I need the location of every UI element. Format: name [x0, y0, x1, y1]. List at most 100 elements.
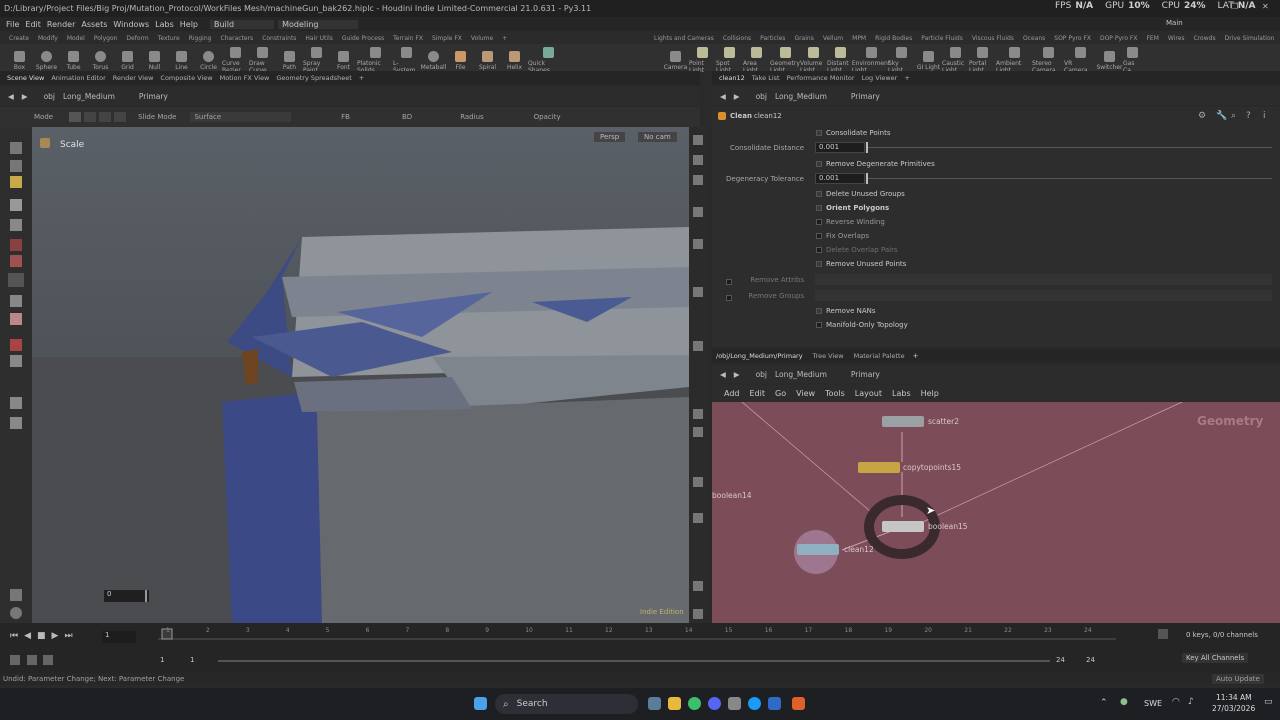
shelf-tool-spot-light[interactable]: Spot Light [716, 47, 743, 74]
layout-name[interactable]: Main [1166, 19, 1183, 27]
path-geo[interactable]: Long_Medium [63, 92, 115, 101]
network-menu-add[interactable]: Add [724, 389, 740, 398]
snap-icon[interactable] [10, 239, 22, 251]
surface-select[interactable]: Surface [190, 112, 292, 122]
stop-icon[interactable]: ■ [37, 631, 46, 641]
shelf-tab[interactable]: MPM [852, 35, 866, 42]
shelf-tool-box[interactable]: Box [6, 50, 33, 71]
select-tool-icon[interactable] [10, 142, 22, 154]
shelf-tab[interactable]: Constraints [262, 35, 296, 42]
pose-tool-icon[interactable] [10, 295, 22, 307]
path-sub[interactable]: Primary [851, 92, 880, 101]
windows-start-icon[interactable] [474, 697, 487, 710]
chevron-up-icon[interactable]: ⌃ [1100, 698, 1108, 708]
shelf-tool-vr-camera[interactable]: VR Camera [1064, 47, 1096, 74]
shelf-tool-gas-camera[interactable]: Gas Ca [1123, 47, 1141, 74]
language-indicator[interactable]: SWE [1144, 699, 1162, 708]
tab-motion-fx-view[interactable]: Motion FX View [220, 74, 270, 82]
audio-icon[interactable] [26, 655, 37, 665]
forward-arrow-icon[interactable]: ▶ [734, 370, 740, 379]
shelf-tool-geometry-light[interactable]: Geometry Light [770, 47, 800, 74]
shelf-tab[interactable]: Viscous Fluids [972, 35, 1014, 42]
degeneracy-slider-handle[interactable] [866, 173, 868, 184]
add-shelf-tab-button[interactable]: + [502, 35, 507, 42]
shelf-tool-circle[interactable]: Circle [195, 50, 222, 71]
shelf-tab[interactable]: Lights and Cameras [654, 35, 714, 42]
desktop-modeling-select[interactable]: Modeling [278, 19, 359, 29]
move-mode-icon[interactable] [114, 112, 127, 122]
remove-groups-field[interactable] [815, 290, 1272, 301]
shelf-tool-null[interactable]: Null [141, 50, 168, 71]
tab-scene-view[interactable]: Scene View [7, 74, 44, 82]
menu-assets[interactable]: Assets [81, 20, 107, 29]
brush-mode-icon[interactable] [84, 112, 97, 122]
task-view-icon[interactable] [648, 697, 661, 710]
tab-composite-view[interactable]: Composite View [160, 74, 212, 82]
tab-log-viewer[interactable]: Log Viewer [862, 74, 898, 82]
shelf-tab[interactable]: Hair Utils [305, 35, 332, 42]
wireframe-icon[interactable] [693, 239, 703, 249]
consolidate-distance-slider-handle[interactable] [866, 142, 868, 153]
path-sub[interactable]: Primary [139, 92, 168, 101]
shelf-tab[interactable]: FEM [1146, 35, 1158, 42]
shelf-tab[interactable]: Polygon [94, 35, 118, 42]
forward-arrow-icon[interactable]: ▶ [734, 92, 740, 101]
playback-options[interactable] [10, 655, 120, 667]
consolidate-distance-field[interactable]: 0.001 [815, 142, 865, 153]
normals-icon[interactable] [693, 341, 703, 351]
remove-degenerate-toggle[interactable]: Remove Degenerate Primitives [816, 160, 935, 168]
smooth-mode-icon[interactable] [99, 112, 112, 122]
shelf-tab[interactable]: Vellum [823, 35, 843, 42]
clock-time[interactable]: 11:34 AM [1216, 693, 1252, 702]
add-tab-button[interactable]: + [913, 352, 919, 360]
manifold-only-toggle[interactable]: Manifold-Only Topology [816, 321, 908, 329]
volume-icon[interactable]: ♪ [1188, 697, 1194, 707]
shelf-tool-area-light[interactable]: Area Light [743, 47, 770, 74]
shelf-tab[interactable]: Oceans [1023, 35, 1045, 42]
range-end[interactable]: 24 [1056, 656, 1065, 664]
brush-tool-icon[interactable] [10, 313, 22, 325]
houdini-icon[interactable] [792, 697, 805, 710]
view-tool-icon[interactable] [10, 355, 22, 367]
shelf-tool-draw-curve[interactable]: Draw Curve [249, 47, 276, 74]
back-arrow-icon[interactable]: ◀ [8, 92, 14, 101]
delete-overlap-pairs-toggle[interactable]: Delete Overlap Pairs [816, 246, 898, 254]
path-sub[interactable]: Primary [851, 370, 880, 379]
shelf-tool-stereo-camera[interactable]: Stereo Camera [1032, 47, 1064, 74]
realtime-icon[interactable] [10, 655, 20, 665]
shelf-tab[interactable]: Modify [38, 35, 58, 42]
jump-start-icon[interactable]: ⏮ [10, 631, 18, 641]
shelf-tab[interactable]: Deform [126, 35, 148, 42]
mic-icon[interactable]: ● [1120, 697, 1128, 707]
consolidate-points-toggle[interactable]: Consolidate Points [816, 129, 890, 137]
range-slider[interactable] [218, 660, 1050, 662]
points-icon[interactable] [693, 287, 703, 297]
shelf-tool-ambient-light[interactable]: Ambient Light [996, 47, 1032, 74]
shelf-tab[interactable]: Model [67, 35, 85, 42]
camera-menu[interactable]: No cam [638, 132, 677, 142]
jump-end-icon[interactable]: ⏭ [64, 631, 72, 641]
shelf-tab[interactable]: Texture [158, 35, 180, 42]
shelf-tool-line[interactable]: Line [168, 50, 195, 71]
menu-labs[interactable]: Labs [155, 20, 174, 29]
shelf-tool-switcher[interactable]: Switcher [1096, 50, 1123, 71]
tab-geometry-spreadsheet[interactable]: Geometry Spreadsheet [276, 74, 351, 82]
shelf-tool-volume-light[interactable]: Volume Light [800, 47, 827, 74]
forward-arrow-icon[interactable]: ▶ [22, 92, 28, 101]
shelf-tab[interactable]: Wires [1168, 35, 1185, 42]
shelf-tool-spiral[interactable]: Spiral [474, 50, 501, 71]
path-geo[interactable]: Long_Medium [775, 92, 827, 101]
gear-icon[interactable]: ⚙ [1198, 111, 1206, 121]
camera-tool-icon[interactable] [10, 417, 22, 429]
network-menu-tools[interactable]: Tools [825, 389, 845, 398]
settings-icon[interactable] [728, 697, 741, 710]
restore-button[interactable]: ❐ [1231, 2, 1238, 11]
orient-polygons-toggle[interactable]: Orient Polygons [816, 204, 889, 212]
remove-unused-points-toggle[interactable]: Remove Unused Points [816, 260, 906, 268]
menu-help[interactable]: Help [180, 20, 198, 29]
shelf-tab[interactable]: Crowds [1194, 35, 1216, 42]
node-copytopoints15[interactable] [858, 462, 900, 473]
shelf-tab[interactable]: Drive Simulation [1225, 35, 1275, 42]
current-frame-field[interactable]: 1 [102, 631, 136, 643]
shelf-tab[interactable]: Terrain FX [393, 35, 423, 42]
